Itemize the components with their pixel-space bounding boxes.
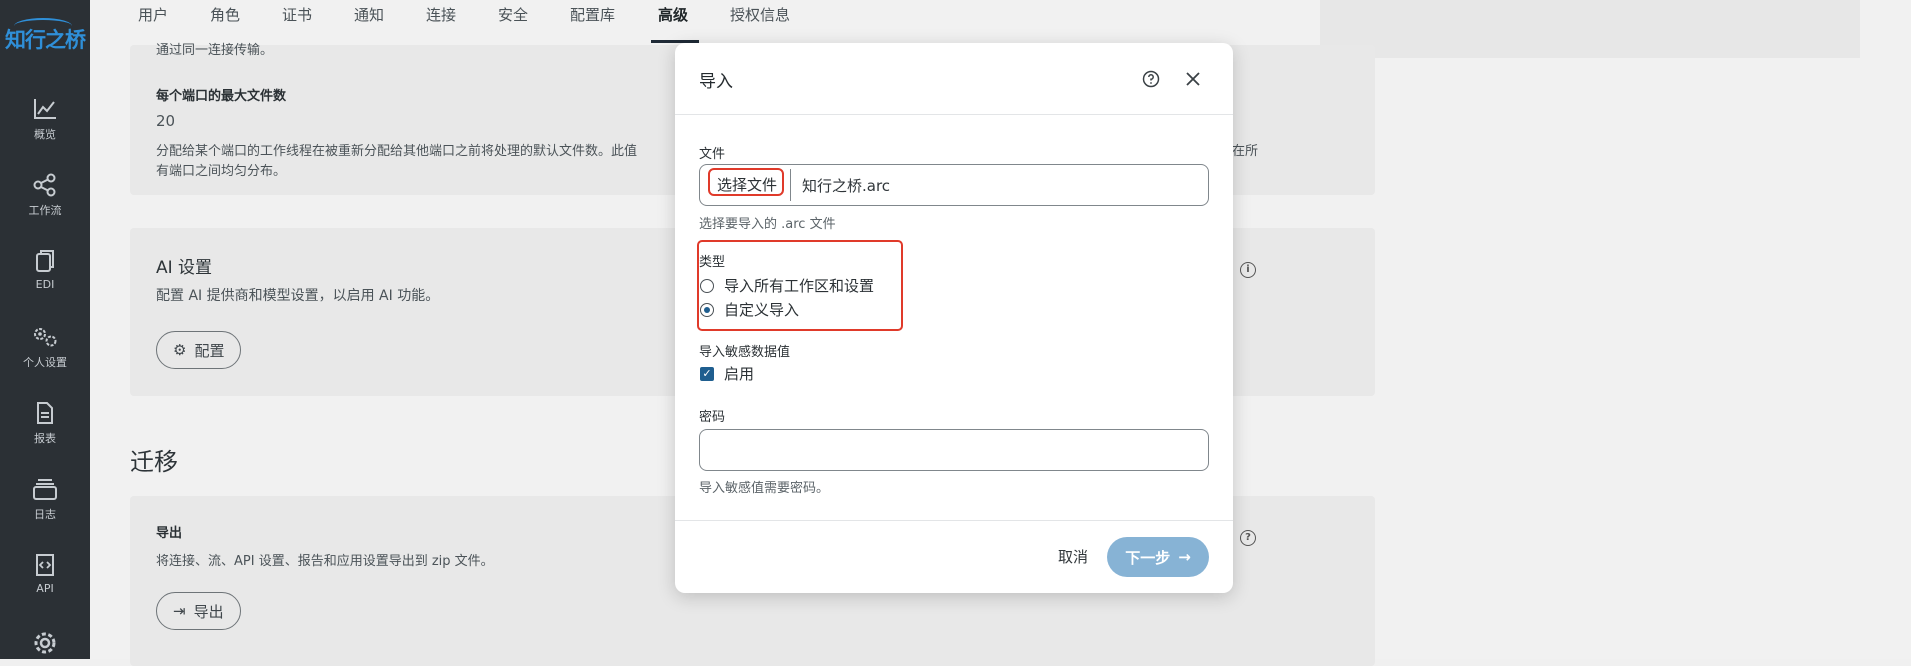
next-button-label: 下一步 [1125, 548, 1171, 567]
ai-config-button[interactable]: ⚙ 配置 [156, 331, 242, 369]
sidebar-item-settings[interactable] [0, 629, 90, 662]
radio-custom-import[interactable] [700, 303, 714, 317]
enable-sensitive-checkbox[interactable]: ✓ [700, 367, 714, 381]
help-icon[interactable] [1142, 70, 1160, 88]
file-label: 文件 [699, 147, 726, 162]
export-label: 导出 [156, 526, 183, 541]
sidebar: 知行之桥 概览 工作流 EDI 个人设置 报表 日志 API [0, 0, 90, 659]
header-divider [675, 114, 1233, 115]
stack-icon [33, 479, 57, 500]
sidebar-item-label: 报表 [34, 432, 56, 445]
tab-users[interactable]: 用户 [138, 4, 168, 25]
sidebar-item-overview[interactable]: 概览 [0, 97, 90, 142]
settings-gear-icon [34, 632, 56, 654]
sidebar-item-logs[interactable]: 日志 [0, 477, 90, 522]
gear-icon: ⚙ [173, 341, 187, 359]
sidebar-item-label: API [36, 582, 54, 595]
migration-title: 迁移 [130, 448, 178, 476]
close-icon[interactable] [1185, 71, 1201, 87]
export-button-label: 导出 [193, 602, 224, 621]
import-dialog: 导入 文件 选择文件 知行之桥.arc 选择要导入的 .arc 文件 类型 导入… [675, 43, 1233, 593]
max-files-description: 分配给某个端口的工作线程在被重新分配给其他端口之前将处理的默认文件数。此值 [156, 144, 638, 159]
sidebar-item-api[interactable]: API [0, 553, 90, 595]
next-button[interactable]: 下一步 → [1107, 537, 1209, 577]
tab-connections[interactable]: 连接 [426, 4, 456, 25]
tab-config-repo[interactable]: 配置库 [570, 4, 615, 25]
sidebar-item-label: 个人设置 [23, 356, 67, 369]
tab-license-info[interactable]: 授权信息 [730, 4, 790, 25]
gears-icon [34, 328, 57, 347]
app-logo: 知行之桥 [5, 28, 86, 52]
tab-advanced[interactable]: 高级 [658, 4, 688, 25]
tab-notifications[interactable]: 通知 [354, 4, 384, 25]
tab-roles[interactable]: 角色 [210, 4, 240, 25]
radio-import-all-label[interactable]: 导入所有工作区和设置 [724, 275, 874, 296]
documents-icon [36, 250, 54, 272]
footer-divider [675, 520, 1233, 521]
radio-custom-import-label[interactable]: 自定义导入 [724, 299, 799, 320]
selected-file-name: 知行之桥.arc [802, 177, 891, 195]
ai-settings-description: 配置 AI 提供商和模型设置，以启用 AI 功能。 [156, 288, 440, 304]
arrow-right-icon: → [1178, 548, 1191, 566]
sidebar-item-personal-settings[interactable]: 个人设置 [0, 325, 90, 370]
report-icon [37, 402, 53, 424]
export-button[interactable]: ⇥ 导出 [156, 592, 241, 630]
file-help-text: 选择要导入的 .arc 文件 [699, 217, 836, 232]
ai-config-button-label: 配置 [194, 341, 225, 360]
export-description: 将连接、流、API 设置、报告和应用设置导出到 zip 文件。 [156, 554, 494, 569]
sidebar-item-label: EDI [35, 278, 55, 291]
max-files-value: 20 [156, 112, 176, 130]
sensitive-data-label: 导入敏感数据值 [699, 345, 791, 360]
export-help-icon[interactable]: ? [1240, 530, 1256, 546]
sidebar-item-workflow[interactable]: 工作流 [0, 173, 90, 218]
enable-sensitive-label[interactable]: 启用 [724, 363, 754, 384]
right-panel [1320, 0, 1860, 58]
file-input[interactable]: 选择文件 知行之桥.arc [699, 164, 1209, 206]
ai-settings-title: AI 设置 [156, 258, 213, 278]
password-label: 密码 [699, 410, 726, 425]
sidebar-item-label: 日志 [34, 508, 56, 521]
dialog-title: 导入 [699, 72, 733, 92]
radio-import-all[interactable] [700, 279, 714, 293]
sidebar-item-label: 工作流 [28, 204, 62, 217]
api-file-icon [36, 554, 54, 576]
chart-line-icon [34, 99, 56, 119]
share-nodes-icon [33, 173, 56, 197]
max-files-description-tail: 在所 [1232, 144, 1259, 159]
max-files-description-2: 有端口之间均匀分布。 [156, 164, 287, 179]
choose-file-highlight [708, 168, 784, 196]
export-icon: ⇥ [173, 602, 186, 620]
sidebar-item-label: 概览 [34, 128, 56, 141]
sidebar-item-reports[interactable]: 报表 [0, 401, 90, 446]
top-description: 通过同一连接传输。 [156, 43, 274, 58]
password-help-text: 导入敏感值需要密码。 [699, 481, 830, 496]
tab-security[interactable]: 安全 [498, 4, 528, 25]
cancel-button[interactable]: 取消 [1058, 546, 1088, 567]
max-files-label: 每个端口的最大文件数 [156, 89, 287, 104]
password-field[interactable] [699, 429, 1209, 471]
type-label: 类型 [699, 255, 726, 270]
tab-certificates[interactable]: 证书 [282, 4, 312, 25]
sidebar-item-edi[interactable]: EDI [0, 249, 90, 291]
ai-info-icon[interactable]: i [1240, 262, 1256, 278]
